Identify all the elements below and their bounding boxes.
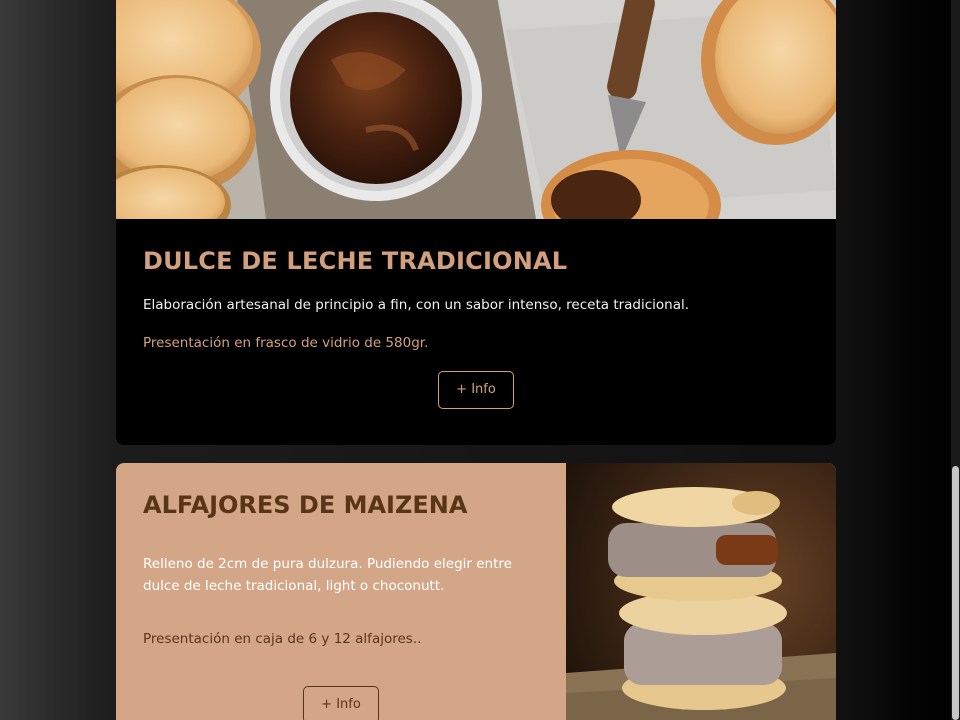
- scrollbar-thumb[interactable]: [952, 466, 959, 720]
- product-card-alfajores: ALFAJORES DE MAIZENA Relleno de 2cm de p…: [116, 463, 836, 720]
- dulce-de-leche-photo: [116, 0, 836, 219]
- scrollbar-track[interactable]: [951, 0, 960, 720]
- product-presentation: Presentación en frasco de vidrio de 580g…: [143, 335, 429, 351]
- info-button[interactable]: + Info: [438, 371, 514, 409]
- alfajores-photo: [566, 463, 836, 720]
- product-card-dulce-de-leche: DULCE DE LECHE TRADICIONAL Elaboración a…: [116, 0, 836, 445]
- product-presentation: Presentación en caja de 6 y 12 alfajores…: [143, 631, 422, 647]
- product-description: Elaboración artesanal de principio a fin…: [143, 297, 690, 313]
- product-title: DULCE DE LECHE TRADICIONAL: [143, 247, 568, 275]
- product-description: Relleno de 2cm de pura dulzura. Pudiendo…: [143, 556, 512, 594]
- info-button[interactable]: + Info: [303, 686, 379, 720]
- product-title: ALFAJORES DE MAIZENA: [143, 491, 468, 519]
